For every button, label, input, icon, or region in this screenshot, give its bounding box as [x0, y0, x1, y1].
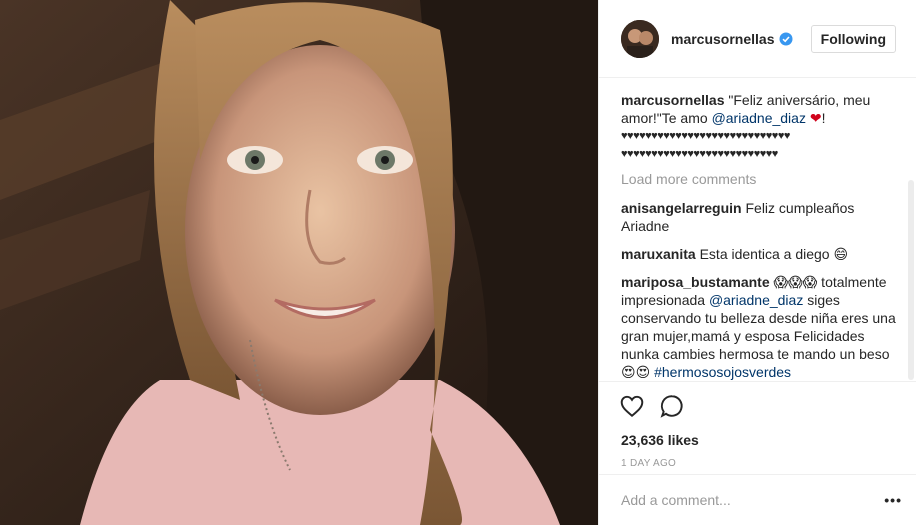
avatar-image [621, 19, 659, 58]
comment-username[interactable]: anisangelarreguin [621, 200, 742, 216]
comment-item: mariposa_bustamante 😱😱😱 totalmente impre… [621, 273, 896, 381]
caption: marcusornellas "Feliz aniversário, meu a… [621, 91, 896, 163]
comment-username[interactable]: maruxanita [621, 246, 696, 262]
comment-mention[interactable]: @ariadne_diaz [709, 292, 803, 308]
post-sidebar: marcusornellas Following marcusornellas … [598, 0, 916, 525]
photo-image [0, 0, 598, 525]
following-button[interactable]: Following [810, 24, 896, 53]
comments-list[interactable]: marcusornellas "Feliz aniversário, meu a… [599, 79, 916, 381]
comment-hashtag[interactable]: #hermososojosverdes [654, 364, 791, 380]
post-photo[interactable] [0, 0, 598, 525]
comment-username[interactable]: mariposa_bustamante [621, 274, 770, 290]
post-timestamp: 1 DAY AGO [621, 458, 677, 469]
comment-item: anisangelarreguin Feliz cumpleaños Ariad… [621, 199, 896, 235]
red-heart-emoji: ❤ [809, 110, 822, 126]
hearts-line-2: ♥♥♥♥♥♥♥♥♥♥♥♥♥♥♥♥♥♥♥♥♥♥♥♥♥♥ [621, 148, 778, 160]
verified-badge-icon [779, 32, 793, 46]
likes-count[interactable]: 23,636 likes [621, 432, 898, 448]
caption-username[interactable]: marcusornellas [621, 92, 725, 108]
hearts-line-1: ♥♥♥♥♥♥♥♥♥♥♥♥♥♥♥♥♥♥♥♥♥♥♥♥♥♥♥♥ [621, 130, 790, 142]
caption-end: ! [821, 110, 826, 126]
avatar[interactable] [621, 19, 659, 58]
comment-text: Esta identica a diego 😄 [695, 246, 849, 262]
add-comment-bar: ••• [599, 474, 916, 525]
load-more-comments[interactable]: Load more comments [621, 171, 896, 187]
instagram-post: marcusornellas Following marcusornellas … [0, 0, 916, 525]
heart-icon[interactable] [619, 393, 645, 419]
post-header: marcusornellas Following [599, 0, 916, 78]
post-actions: 23,636 likes 1 DAY AGO [599, 381, 916, 469]
add-comment-input[interactable] [621, 492, 885, 508]
header-username[interactable]: marcusornellas [671, 31, 775, 47]
comments-scrollbar[interactable] [908, 180, 914, 380]
caption-mention[interactable]: @ariadne_diaz [712, 110, 806, 126]
comment-item: maruxanita Esta identica a diego 😄 [621, 245, 896, 263]
more-options-icon[interactable]: ••• [884, 492, 902, 508]
action-icons [619, 392, 898, 420]
comment-icon[interactable] [659, 393, 685, 419]
